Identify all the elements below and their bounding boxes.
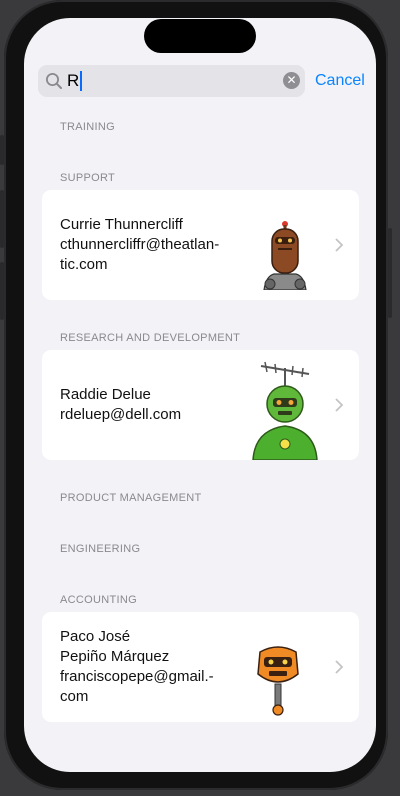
contact-email: cthunnercliffr@theatlan- — [60, 236, 220, 253]
chevron-right-icon — [335, 398, 344, 412]
contact-text: Raddie Delue rdeluep@dell.com — [60, 385, 181, 425]
section-header-research: RESEARCH AND DEVELOPMENT — [60, 332, 241, 344]
contact-row-raddie[interactable]: Raddie Delue rdeluep@dell.com — [42, 350, 359, 460]
green-antenna-robot-avatar — [252, 361, 318, 460]
contact-email: franciscopepe@gmail.- — [60, 668, 214, 685]
volume-down-button — [0, 262, 4, 320]
section-header-product: PRODUCT MANAGEMENT — [60, 492, 202, 504]
text-caret — [80, 71, 83, 91]
contact-email: rdeluep@dell.com — [60, 406, 182, 423]
contact-text: Paco José Pepiño Márquez franciscopepe@g… — [60, 627, 214, 707]
volume-up-button — [0, 190, 4, 248]
section-header-training: TRAINING — [60, 121, 115, 133]
contact-name: Paco José — [60, 628, 131, 645]
contact-name-cont: Pepiño Márquez — [60, 648, 170, 665]
app-screen: R ✕ Cancel TRAINING SUPPORT Currie Thunn… — [24, 18, 376, 772]
section-header-accounting: ACCOUNTING — [60, 594, 137, 606]
contact-email-cont: tic.com — [60, 256, 108, 273]
contact-name: Currie Thunnercliff — [60, 216, 183, 233]
cancel-button[interactable]: Cancel — [315, 71, 365, 91]
search-field[interactable]: R ✕ — [38, 65, 305, 97]
search-query: R — [67, 71, 80, 90]
device-frame: R ✕ Cancel TRAINING SUPPORT Currie Thunn… — [0, 0, 392, 790]
search-input[interactable]: R — [67, 71, 83, 91]
section-header-support: SUPPORT — [60, 172, 116, 184]
contact-row-currie[interactable]: Currie Thunnercliff cthunnercliffr@theat… — [42, 190, 359, 300]
dynamic-island — [144, 19, 256, 53]
contact-email-cont: com — [60, 688, 89, 705]
clear-icon[interactable]: ✕ — [283, 72, 300, 89]
search-bar: R ✕ Cancel — [38, 65, 368, 97]
contact-name: Raddie Delue — [60, 386, 151, 403]
chevron-right-icon — [335, 238, 344, 252]
brown-robot-avatar — [263, 221, 307, 290]
search-icon — [46, 73, 62, 89]
contact-row-paco[interactable]: Paco José Pepiño Márquez franciscopepe@g… — [42, 612, 359, 722]
section-header-engineering: ENGINEERING — [60, 543, 141, 555]
orange-robot-avatar — [257, 646, 299, 716]
power-button — [388, 228, 392, 318]
mute-switch — [0, 135, 4, 165]
contact-text: Currie Thunnercliff cthunnercliffr@theat… — [60, 215, 219, 275]
chevron-right-icon — [335, 660, 344, 674]
